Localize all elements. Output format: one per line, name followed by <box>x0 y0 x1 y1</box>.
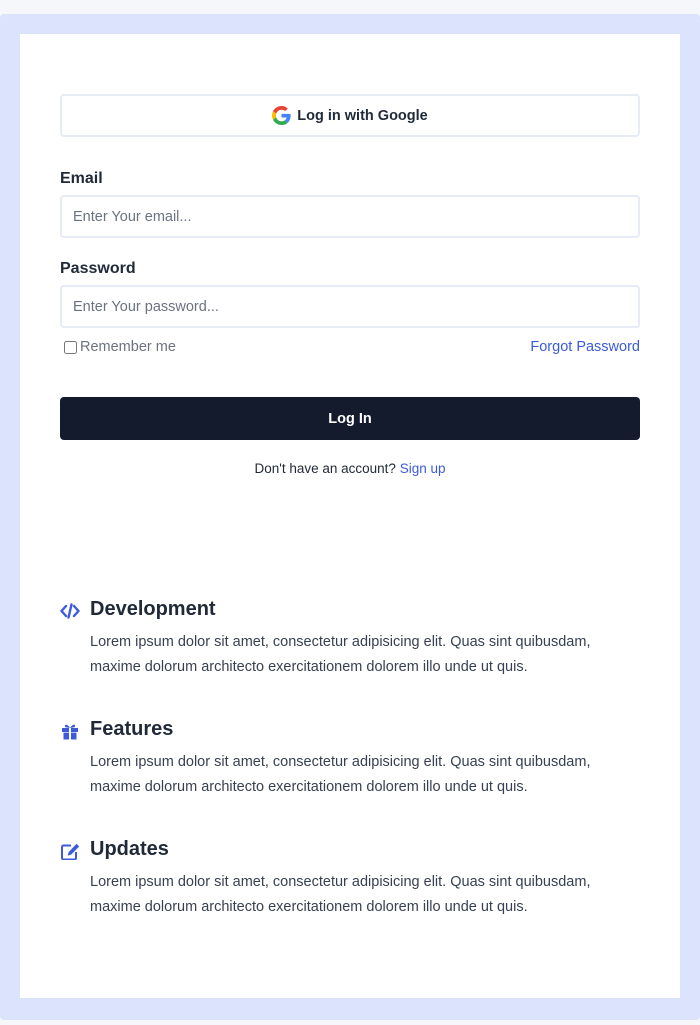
page-frame: Log in with Google Email Password Rememb… <box>0 14 700 1020</box>
signup-row: Don't have an account? Sign up <box>20 461 680 476</box>
remember-me-label: Remember me <box>80 339 176 355</box>
signup-prompt: Don't have an account? <box>254 461 396 476</box>
feature-description: Lorem ipsum dolor sit amet, consectetur … <box>90 754 591 795</box>
forgot-password-link[interactable]: Forgot Password <box>530 339 640 355</box>
google-login-button[interactable]: Log in with Google <box>60 94 640 137</box>
remember-me-checkbox[interactable] <box>64 340 77 354</box>
email-label: Email <box>60 170 103 187</box>
google-login-label: Log in with Google <box>297 107 428 124</box>
feature-title: Development <box>90 598 216 620</box>
feature-description: Lorem ipsum dolor sit amet, consectetur … <box>90 634 591 675</box>
feature-title: Features <box>90 718 174 740</box>
email-field[interactable] <box>60 195 640 238</box>
password-label: Password <box>60 260 136 277</box>
code-icon <box>60 602 80 620</box>
edit-icon <box>60 842 80 860</box>
login-card: Log in with Google Email Password Rememb… <box>20 34 680 998</box>
login-button[interactable]: Log In <box>60 397 640 440</box>
feature-title: Updates <box>90 838 169 860</box>
google-icon <box>272 106 291 125</box>
password-field[interactable] <box>60 285 640 328</box>
feature-description: Lorem ipsum dolor sit amet, consectetur … <box>90 874 591 915</box>
signup-link[interactable]: Sign up <box>400 461 446 476</box>
remember-me[interactable]: Remember me <box>64 339 176 355</box>
gift-icon <box>60 722 80 740</box>
